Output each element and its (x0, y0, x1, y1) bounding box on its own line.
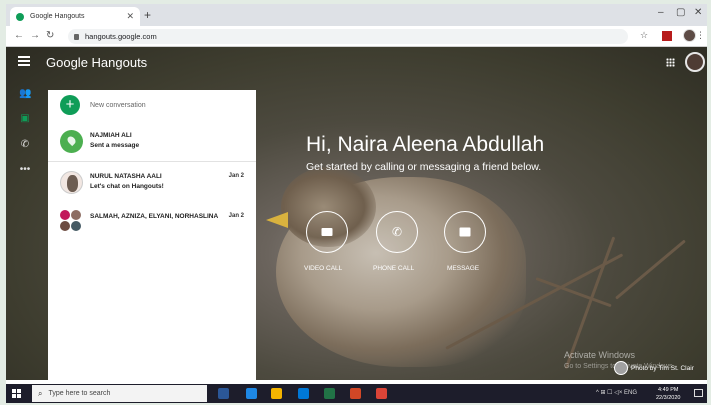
video-call-button[interactable] (306, 211, 348, 253)
photographer-avatar (614, 361, 628, 375)
plus-icon: + (60, 95, 80, 115)
background-twig (615, 239, 686, 300)
reload-icon[interactable]: ↻ (46, 30, 54, 41)
taskbar-search-box[interactable]: ⌕ Type here to search (32, 385, 207, 402)
new-tab-button[interactable]: + (144, 8, 151, 22)
video-call-label: VIDEO CALL (304, 265, 343, 272)
edge-icon[interactable] (246, 388, 257, 399)
taskbar-search-placeholder: Type here to search (48, 390, 111, 397)
conversation-preview: Let's chat on Hangouts! (90, 183, 164, 190)
conversation-name: SALMAH, AZNIZA, ELYANI, NORHASLINA (90, 213, 219, 220)
activate-windows-title: Activate Windows (564, 350, 636, 360)
clock-date: 22/3/2020 (656, 395, 681, 401)
conversation-avatar (60, 130, 83, 153)
action-center-icon[interactable] (694, 389, 703, 397)
contacts-icon[interactable]: 👥 (19, 88, 31, 100)
conversation-name: NURUL NATASHA AALI (90, 173, 162, 180)
forward-arrow-icon[interactable]: → (30, 30, 40, 41)
conversation-avatar (60, 171, 83, 194)
chrome-menu-icon[interactable]: ⋮ (696, 30, 705, 41)
windows-taskbar: ⌕ Type here to search ^ ⊞ ☐ ◁× ENG 4:49 … (6, 384, 707, 403)
lock-icon (74, 33, 79, 40)
greeting-title: Hi, Naira Aleena Abdullah (306, 133, 545, 156)
file-explorer-icon[interactable] (271, 388, 282, 399)
photo-credit: Photo by Tim St. Clair (631, 365, 694, 372)
chrome-taskbar-icon[interactable] (376, 388, 387, 399)
back-arrow-icon[interactable]: ← (14, 30, 24, 41)
message-button[interactable] (444, 211, 486, 253)
list-divider (48, 161, 256, 162)
conversation-item[interactable]: NAJMIAH ALI Sent a message (48, 126, 256, 160)
store-icon[interactable] (298, 388, 309, 399)
browser-toolbar: ← → ↻ hangouts.google.com ☆ ⋮ (6, 26, 707, 47)
system-tray[interactable]: ^ ⊞ ☐ ◁× ENG (596, 389, 637, 396)
new-conversation-label: New conversation (90, 101, 146, 109)
profile-avatar[interactable] (683, 29, 696, 42)
browser-tab[interactable]: Google Hangouts ✕ (10, 7, 140, 26)
conversation-preview: Sent a message (90, 142, 140, 149)
url-text: hangouts.google.com (85, 32, 157, 41)
hangouts-app: Google Hangouts 👥 ▣ ✆ ••• + New conversa… (6, 47, 707, 380)
conversation-name: NAJMIAH ALI (90, 132, 132, 139)
search-icon: ⌕ (38, 388, 43, 398)
phone-call-label: PHONE CALL (373, 265, 415, 272)
conversation-panel: + New conversation NAJMIAH ALI Sent a me… (48, 90, 256, 380)
main-menu-icon[interactable] (18, 56, 30, 66)
window-close-button[interactable]: ✕ (694, 7, 702, 18)
conversation-item[interactable]: SALMAH, AZNIZA, ELYANI, NORHASLINA Jan 2 (48, 203, 256, 237)
window-minimize-button[interactable]: – (658, 7, 664, 18)
phone-calls-icon[interactable]: ✆ (19, 139, 31, 151)
phone-icon: ✆ (391, 225, 403, 239)
new-conversation-button[interactable]: + New conversation (60, 95, 146, 115)
powerpoint-icon[interactable] (350, 388, 361, 399)
conversation-item[interactable]: NURUL NATASHA AALI Let's chat on Hangout… (48, 167, 256, 201)
message-bubble-icon (459, 227, 471, 237)
google-apps-icon[interactable] (666, 58, 675, 67)
message-label: MESSAGE (447, 265, 480, 272)
screen: Google Hangouts ✕ + – ▢ ✕ ← → ↻ hangouts… (6, 4, 707, 403)
task-view-icon[interactable] (218, 388, 229, 399)
conversation-date: Jan 2 (228, 213, 244, 219)
clock-time: 4:49 PM (657, 387, 679, 393)
side-rail: 👥 ▣ ✆ ••• (6, 79, 44, 379)
more-options-icon[interactable]: ••• (19, 164, 31, 176)
window-maximize-button[interactable]: ▢ (676, 7, 685, 18)
taskbar-clock[interactable]: 4:49 PM 22/3/2020 (656, 386, 680, 402)
excel-icon[interactable] (324, 388, 335, 399)
greeting-subtitle: Get started by calling or messaging a fr… (306, 161, 542, 173)
account-avatar[interactable] (685, 52, 705, 72)
conversations-icon[interactable]: ▣ (19, 113, 31, 125)
app-header: Google Hangouts (6, 47, 707, 79)
group-avatar (60, 210, 84, 232)
app-brand: Google Hangouts (46, 55, 148, 70)
conversation-date: Jan 2 (228, 173, 244, 179)
tab-close-icon[interactable]: ✕ (126, 11, 134, 22)
tab-title: Google Hangouts (30, 13, 85, 20)
hangouts-favicon-icon (16, 12, 24, 21)
background-bird-beak (266, 212, 288, 228)
bookmark-star-icon[interactable]: ☆ (640, 30, 648, 41)
video-camera-icon (321, 228, 333, 236)
windows-start-icon[interactable] (12, 389, 21, 398)
extension-icon[interactable] (662, 31, 672, 41)
browser-tab-strip: Google Hangouts ✕ + – ▢ ✕ (6, 4, 707, 26)
phone-call-button[interactable]: ✆ (376, 211, 418, 253)
address-bar[interactable]: hangouts.google.com (68, 29, 628, 44)
